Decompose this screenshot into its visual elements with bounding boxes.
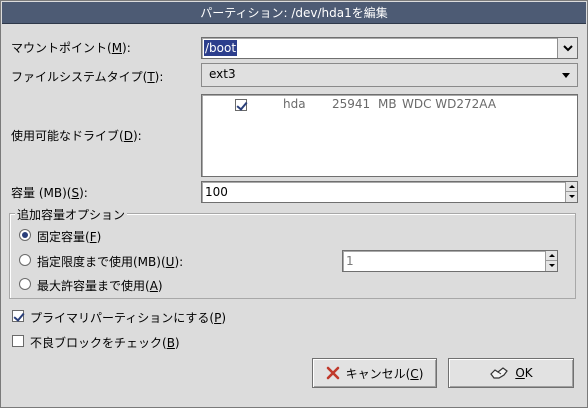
limit-size-spinner[interactable]: 1 (342, 250, 558, 272)
fs-type-select[interactable]: ext3 (201, 63, 578, 87)
drive-size-unit: MB (378, 97, 397, 111)
cancel-x-icon (326, 366, 339, 380)
drives-list[interactable]: hda 25941 MB WDC WD272AA (201, 94, 578, 177)
drive-checkbox[interactable] (235, 99, 247, 111)
size-spinner[interactable]: 100 (201, 181, 578, 203)
limit-size-radio[interactable] (19, 254, 31, 266)
fixed-size-label[interactable]: 固定容量(F) (37, 228, 101, 245)
badblocks-checkbox[interactable] (12, 335, 24, 347)
triangle-down-icon (562, 73, 570, 78)
edit-partition-dialog: パーティション: /dev/hda1を編集 マウントポイント(M): /boot… (0, 0, 588, 408)
drive-size: 25941 (332, 97, 371, 111)
mount-point-label: マウントポイント(M): (11, 41, 131, 55)
primary-partition-label[interactable]: プライマリパーティションにする(P) (30, 309, 226, 326)
spin-down-arrow-icon[interactable] (546, 261, 557, 271)
size-options-title: 追加容量オプション (15, 206, 128, 223)
badblocks-label[interactable]: 不良ブロックをチェック(B) (30, 334, 180, 351)
ok-hand-icon (490, 367, 509, 379)
cancel-button[interactable]: キャンセル(C) (312, 358, 437, 388)
mount-point-dropdown-button[interactable] (557, 38, 577, 58)
max-size-label[interactable]: 最大許容量まで使用(A) (37, 277, 163, 294)
fs-type-label: ファイルシステムタイプ(T): (11, 70, 164, 84)
drives-label: 使用可能なドライブ(D): (11, 129, 142, 143)
max-size-radio[interactable] (19, 278, 31, 290)
fs-type-value: ext3 (209, 67, 236, 81)
limit-size-input[interactable]: 1 (346, 253, 354, 269)
spin-down-arrow-icon[interactable] (566, 192, 577, 202)
limit-size-label[interactable]: 指定限度まで使用(MB)(U): (37, 253, 183, 270)
ok-button[interactable]: OK (448, 358, 574, 388)
mount-point-combo[interactable]: /boot (201, 37, 578, 59)
cancel-button-label: キャンセル(C) (345, 366, 424, 381)
limit-spin-buttons (545, 251, 557, 271)
drive-name: hda (283, 97, 306, 111)
spin-up-arrow-icon[interactable] (546, 251, 557, 261)
primary-partition-checkbox[interactable] (12, 310, 24, 322)
size-input[interactable]: 100 (205, 184, 228, 200)
size-spin-buttons (565, 182, 577, 202)
drive-model: WDC WD272AA (402, 97, 497, 111)
drive-row[interactable]: hda 25941 MB WDC WD272AA (202, 97, 577, 113)
dialog-title: パーティション: /dev/hda1を編集 (2, 2, 586, 24)
fixed-size-radio[interactable] (19, 229, 31, 241)
mount-point-input[interactable]: /boot (204, 40, 238, 56)
spin-up-arrow-icon[interactable] (566, 182, 577, 192)
chevron-down-icon (562, 44, 573, 51)
size-label: 容量 (MB)(S): (11, 186, 88, 200)
ok-button-label: OK (515, 366, 533, 380)
